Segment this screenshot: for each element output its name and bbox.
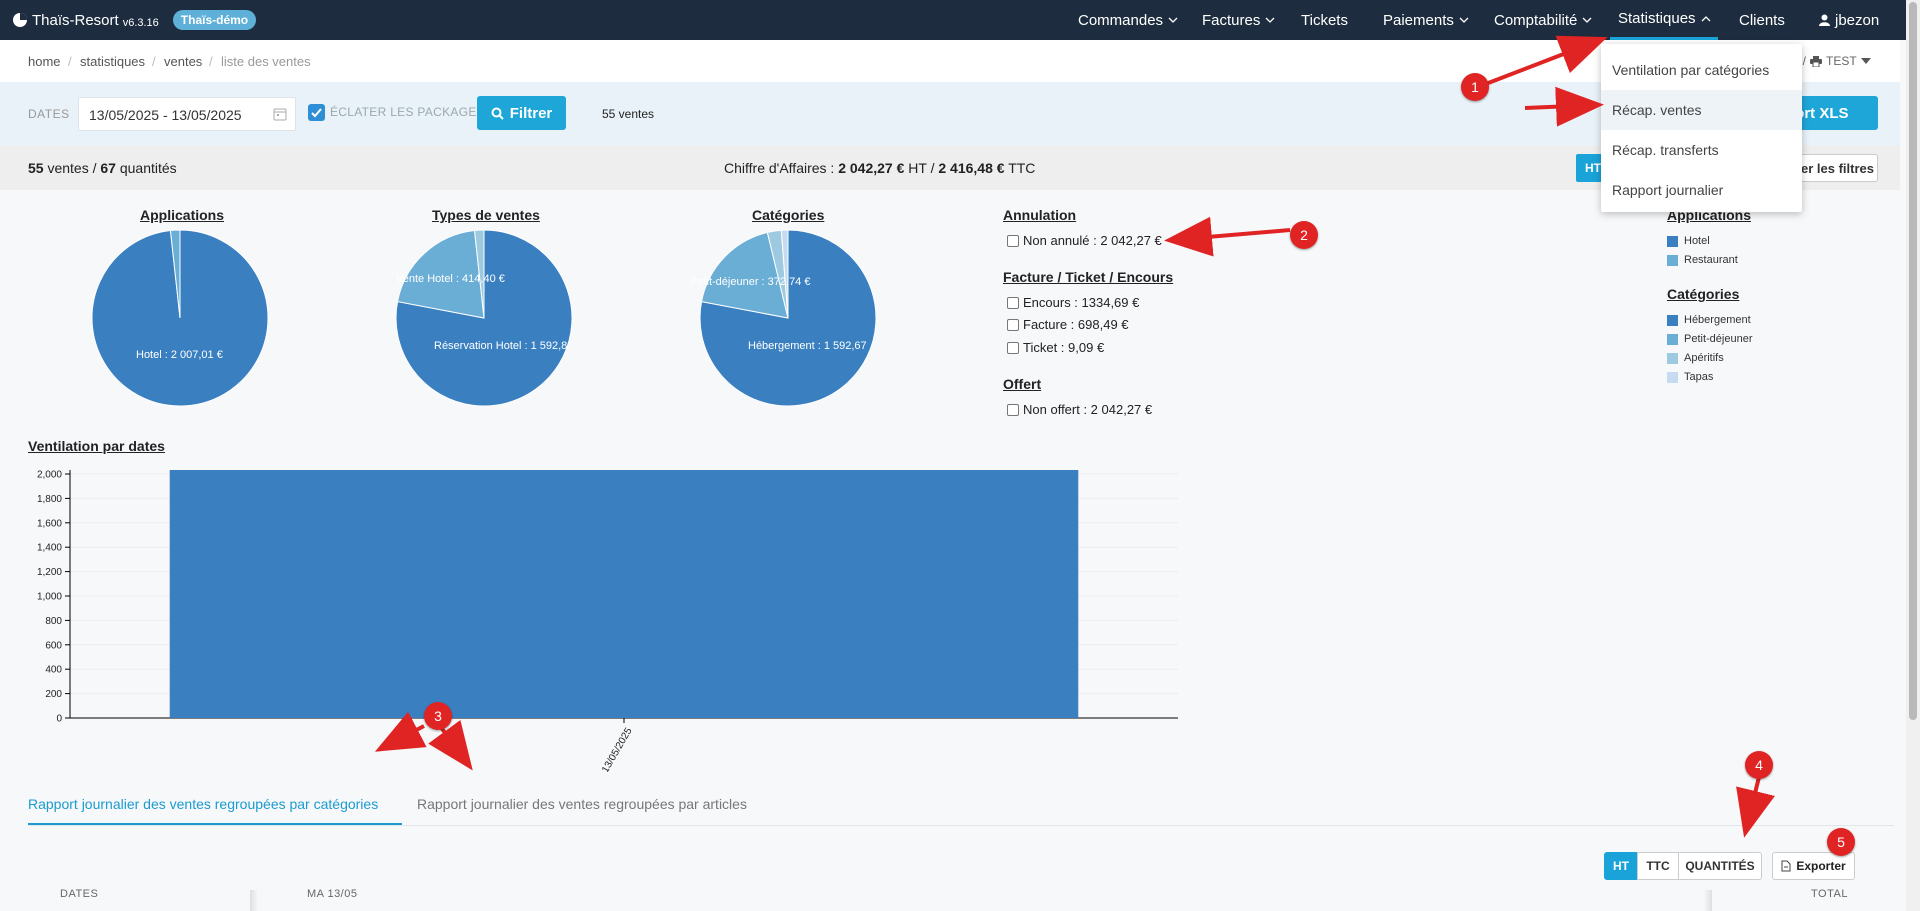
annotation-arrows — [374, 35, 1775, 838]
annotation-2: 2 — [1290, 221, 1318, 249]
scrollbar-thumb[interactable] — [1909, 2, 1917, 720]
arrow-1b — [1524, 86, 1604, 127]
annotation-1: 1 — [1461, 73, 1489, 101]
arrow-3a — [374, 711, 427, 752]
annotation-3: 3 — [424, 702, 452, 730]
arrow-3b — [428, 719, 473, 771]
arrow-2 — [1164, 216, 1291, 257]
annotation-5: 5 — [1827, 828, 1855, 856]
arrow-1a — [1469, 35, 1608, 92]
arrow-4 — [1736, 776, 1775, 838]
annotation-4: 4 — [1745, 751, 1773, 779]
